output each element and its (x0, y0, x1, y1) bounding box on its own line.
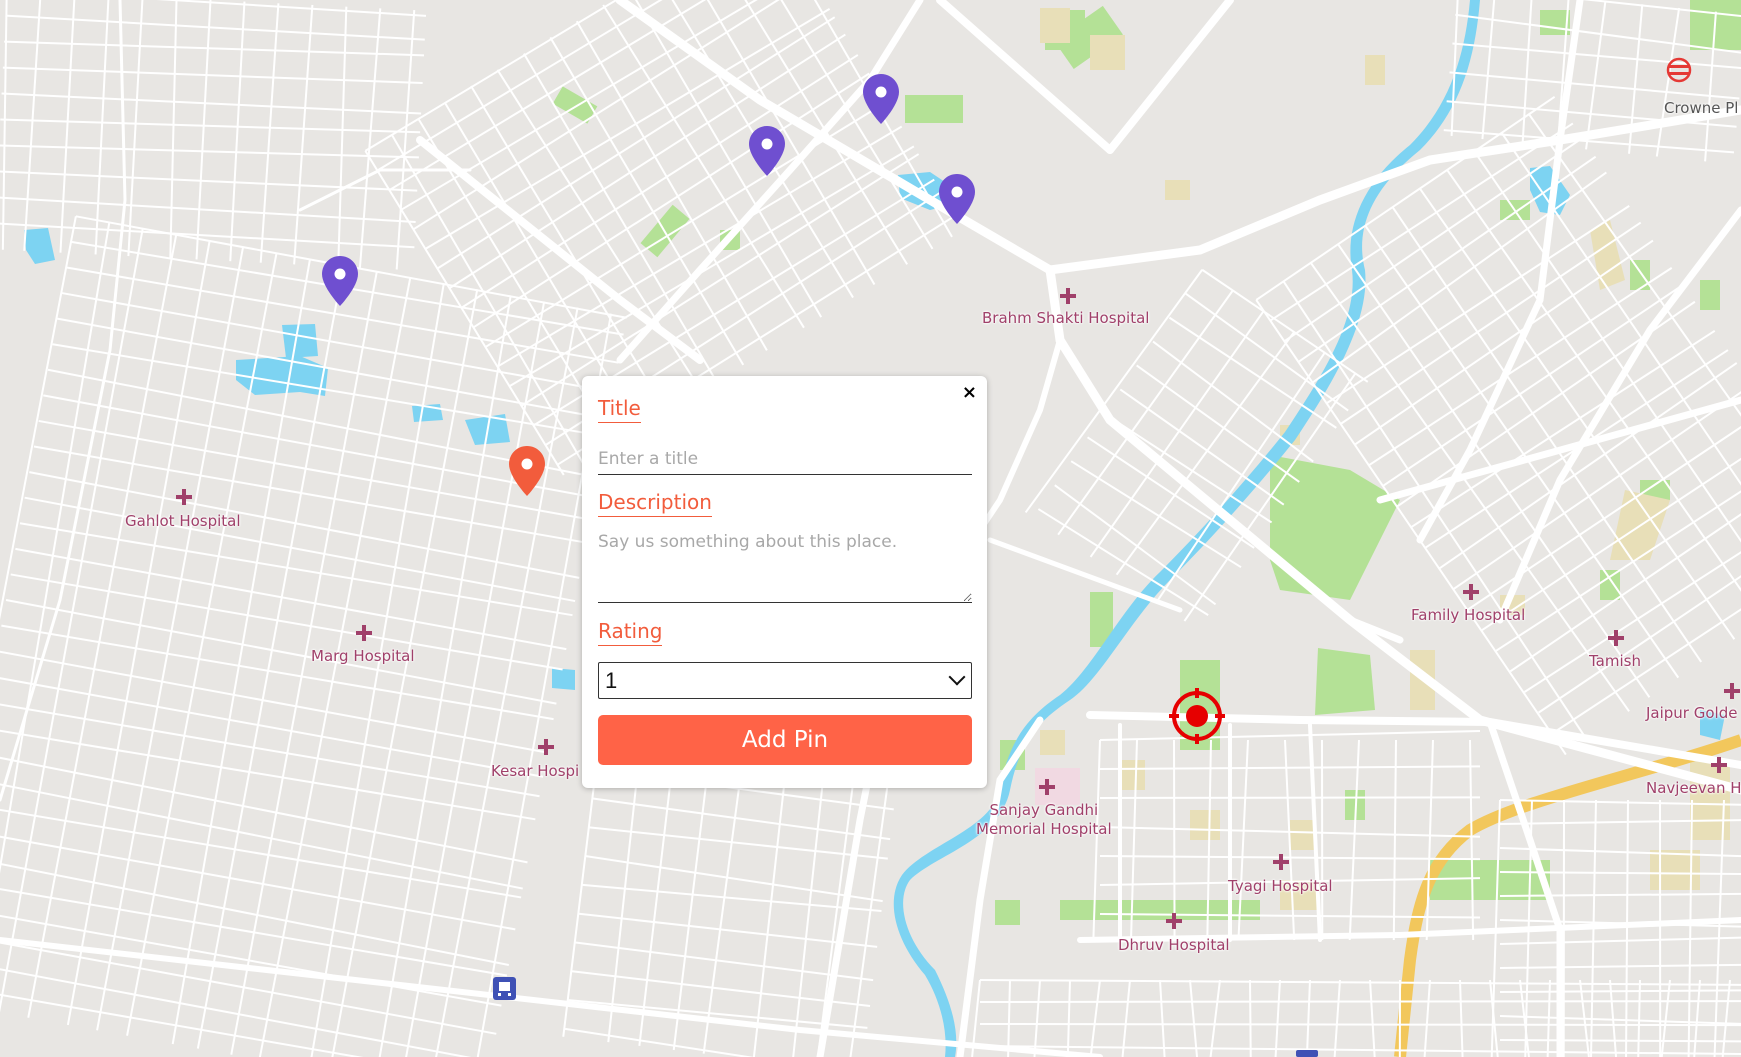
poi-label-tyagi[interactable]: Tyagi Hospital (1228, 877, 1333, 896)
hospital-icon (1607, 629, 1625, 647)
poi-label-dhruv[interactable]: Dhruv Hospital (1118, 936, 1230, 955)
poi-label-jaipur-golden[interactable]: Jaipur Golde (1646, 704, 1737, 723)
rating-selected-value: 1 (605, 668, 618, 693)
poi-label-line: Sanjay Gandhi (989, 801, 1099, 819)
hospital-icon (1165, 912, 1183, 930)
hospital-icon (537, 738, 555, 756)
poi-label-marg[interactable]: Marg Hospital (311, 647, 415, 666)
hospital-icon (1723, 682, 1741, 700)
map-pin-icon[interactable] (939, 174, 975, 224)
rating-select[interactable]: 1 (598, 662, 972, 699)
poi-label-kesar[interactable]: Kesar Hospi (491, 762, 579, 781)
poi-label-tamish[interactable]: Tamish (1589, 652, 1641, 671)
description-textarea[interactable] (598, 532, 972, 603)
map-pin-icon[interactable] (322, 256, 358, 306)
map-pin-icon[interactable] (863, 74, 899, 124)
hospital-icon (1059, 287, 1077, 305)
train-station-icon (493, 977, 516, 1000)
poi-label-sanjay-gandhi[interactable]: Sanjay Gandhi Memorial Hospital (976, 801, 1112, 839)
description-label: Description (598, 490, 712, 517)
hospital-icon (175, 488, 193, 506)
add-pin-popup: × Title Description Rating 1 Add Pin (582, 376, 987, 788)
poi-label-brahm-shakti[interactable]: Brahm Shakti Hospital (982, 309, 1149, 328)
bus-stop-icon (1296, 1050, 1318, 1057)
hospital-icon (1038, 778, 1056, 796)
poi-label-family[interactable]: Family Hospital (1411, 606, 1525, 625)
hospital-icon (1462, 583, 1480, 601)
add-pin-button[interactable]: Add Pin (598, 715, 972, 765)
new-map-pin-icon[interactable] (509, 446, 545, 496)
chevron-down-icon (948, 668, 966, 686)
poi-label-navjeevan[interactable]: Navjeevan H (1646, 779, 1741, 798)
close-icon[interactable]: × (962, 382, 977, 403)
poi-label-crowne[interactable]: Crowne Pl (1664, 99, 1738, 118)
hospital-icon (1272, 853, 1290, 871)
poi-label-gahlot[interactable]: Gahlot Hospital (125, 512, 241, 531)
title-input[interactable] (598, 444, 972, 475)
hospital-icon (1710, 756, 1728, 774)
rating-label: Rating (598, 619, 663, 646)
title-label: Title (598, 396, 641, 423)
hospital-icon (355, 624, 373, 642)
map-pin-icon[interactable] (749, 126, 785, 176)
poi-label-line: Memorial Hospital (976, 820, 1112, 838)
